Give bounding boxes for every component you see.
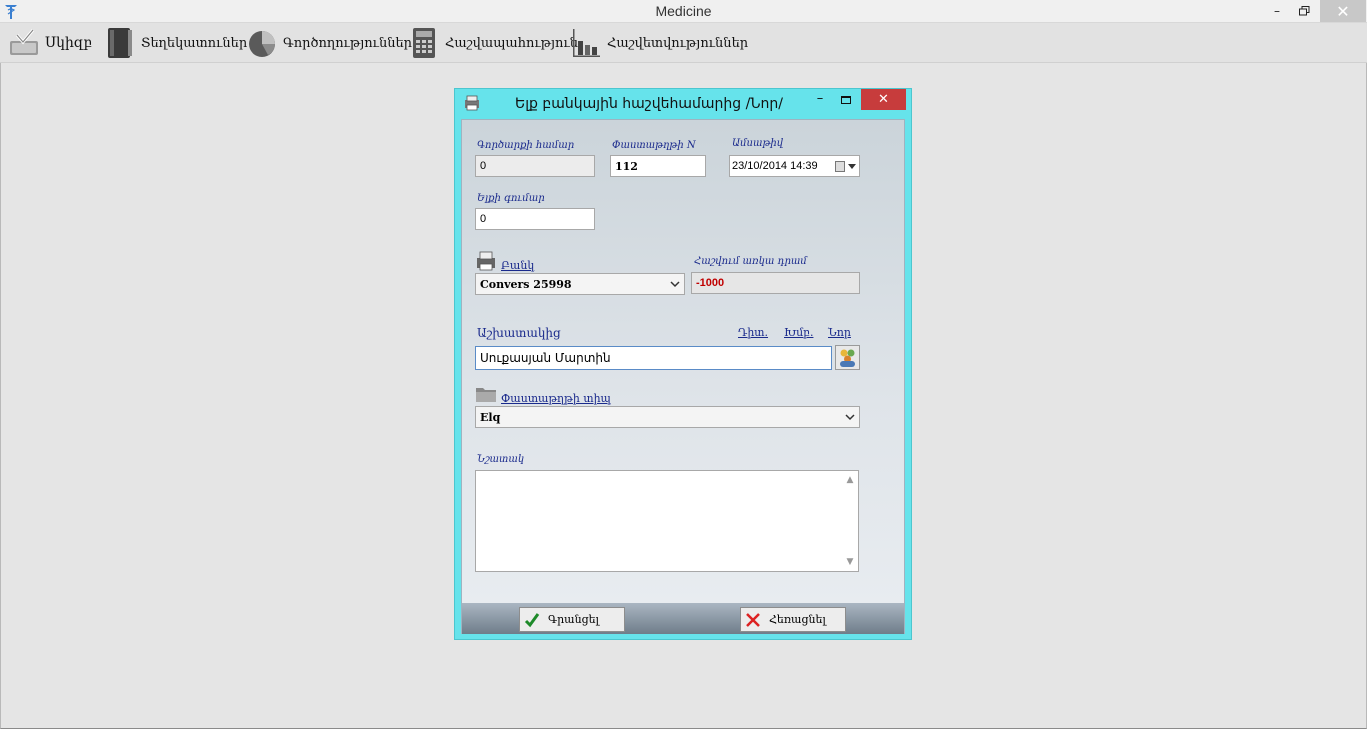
toolbar-label: Հաշվետվություններ [607, 35, 749, 51]
dialog-minimize-button[interactable]: – [812, 91, 828, 111]
toolbar-label: Սկիզբ [45, 35, 93, 51]
restore-button[interactable] [1289, 0, 1319, 22]
save-button-label: Գրանցել [548, 613, 599, 626]
balance-label: Հաշվում առկա դրամ [694, 256, 807, 267]
toolbar-label: Գործողություններ [283, 35, 413, 51]
chevron-down-icon [670, 281, 680, 288]
toolbar-item-start[interactable]: Սկիզբ [8, 26, 92, 60]
document-number-field[interactable]: 112 [610, 155, 706, 177]
dialog-footer: Գրանցել Հեռացնել [462, 603, 904, 634]
toolbar-label: Տեղեկատուներ [141, 35, 248, 51]
new-employee-link[interactable]: Նոր [828, 326, 851, 339]
amount-field[interactable]: 0 [475, 208, 595, 230]
date-value: 23/10/2014 14:39 [732, 160, 818, 172]
checkmark-icon [524, 612, 540, 627]
toolbar-label: Հաշվապահություն [445, 35, 579, 51]
close-button[interactable]: ✕ [1320, 0, 1366, 22]
bank-outflow-dialog: Ելք բանկային հաշվեհամարից /Նոր/ – ✕ Գործ… [454, 88, 912, 640]
toolbar-item-operations[interactable]: Գործողություններ [246, 26, 412, 60]
note-label: Նշատակ [477, 454, 525, 465]
calculator-icon [413, 28, 435, 58]
main-titlebar: Medicine – ✕ [0, 0, 1367, 23]
bank-link[interactable]: Բանկ [501, 259, 534, 272]
toolbar-item-reports[interactable]: Հաշվետվություններ [570, 26, 748, 60]
edit-employee-link[interactable]: Խմբ. [784, 326, 813, 339]
printer-icon [465, 95, 479, 111]
pie-chart-icon [249, 31, 275, 57]
date-label: Ամսաթիվ [732, 138, 784, 149]
book-icon [108, 28, 132, 58]
dialog-title: Ելք բանկային հաշվեհամարից /Նոր/ [515, 96, 784, 112]
minimize-button[interactable]: – [1262, 0, 1292, 22]
window-title: Medicine [655, 3, 712, 19]
balance-field: -1000 [691, 272, 860, 294]
operation-number-label: Գործարքի համար [477, 140, 575, 151]
calendar-icon[interactable] [835, 161, 845, 172]
bank-select[interactable]: Convers 25998 [475, 273, 685, 295]
document-type-select[interactable]: Elq [475, 406, 860, 428]
cancel-button[interactable]: Հեռացնել [740, 607, 846, 632]
employee-field[interactable]: Սուքասյան Մարտին [475, 346, 832, 370]
chevron-down-icon [845, 414, 855, 421]
toolbar-item-directories[interactable]: Տեղեկատուներ [104, 26, 247, 60]
bank-printer-icon[interactable] [475, 250, 497, 272]
restore-icon [1298, 6, 1309, 16]
dialog-close-button[interactable]: ✕ [861, 89, 906, 110]
date-picker[interactable]: 23/10/2014 14:39 [729, 155, 860, 177]
cancel-button-label: Հեռացնել [769, 613, 826, 626]
maximize-icon [841, 96, 851, 104]
scroll-up-icon[interactable]: ▲ [845, 475, 855, 485]
bar-chart-icon [573, 29, 600, 57]
note-textarea[interactable]: ▲ ▼ [475, 470, 859, 572]
document-type-value: Elq [480, 411, 501, 424]
users-icon [840, 349, 855, 367]
bank-select-value: Convers 25998 [480, 278, 572, 291]
main-toolbar: Սկիզբ Տեղեկատուներ Գործողություններ Հաշվ… [0, 23, 1367, 63]
toolbar-item-accounting[interactable]: Հաշվապահություն [408, 26, 578, 60]
document-number-label: Փաստաթղթի N [612, 140, 696, 151]
checkmark-tray-icon [10, 29, 38, 55]
cross-icon [746, 612, 760, 627]
folder-icon[interactable] [475, 385, 497, 403]
employee-label: Աշխատակից [477, 326, 561, 340]
save-button[interactable]: Գրանցել [519, 607, 625, 632]
amount-label: Ելքի գումար [477, 193, 545, 204]
pick-employee-button[interactable] [835, 345, 860, 370]
view-employee-link[interactable]: Դիտ. [738, 326, 768, 339]
document-type-link[interactable]: Փաստաթղթի տիպ [501, 392, 611, 405]
dialog-body: Գործարքի համար 0 Փաստաթղթի N 112 Ամսաթիվ… [461, 119, 905, 634]
operation-number-field[interactable]: 0 [475, 155, 595, 177]
scroll-down-icon[interactable]: ▼ [845, 557, 855, 567]
chevron-down-icon[interactable] [848, 164, 856, 169]
dialog-maximize-button[interactable] [838, 91, 854, 111]
dialog-titlebar[interactable]: Ելք բանկային հաշվեհամարից /Նոր/ – ✕ [455, 89, 911, 119]
